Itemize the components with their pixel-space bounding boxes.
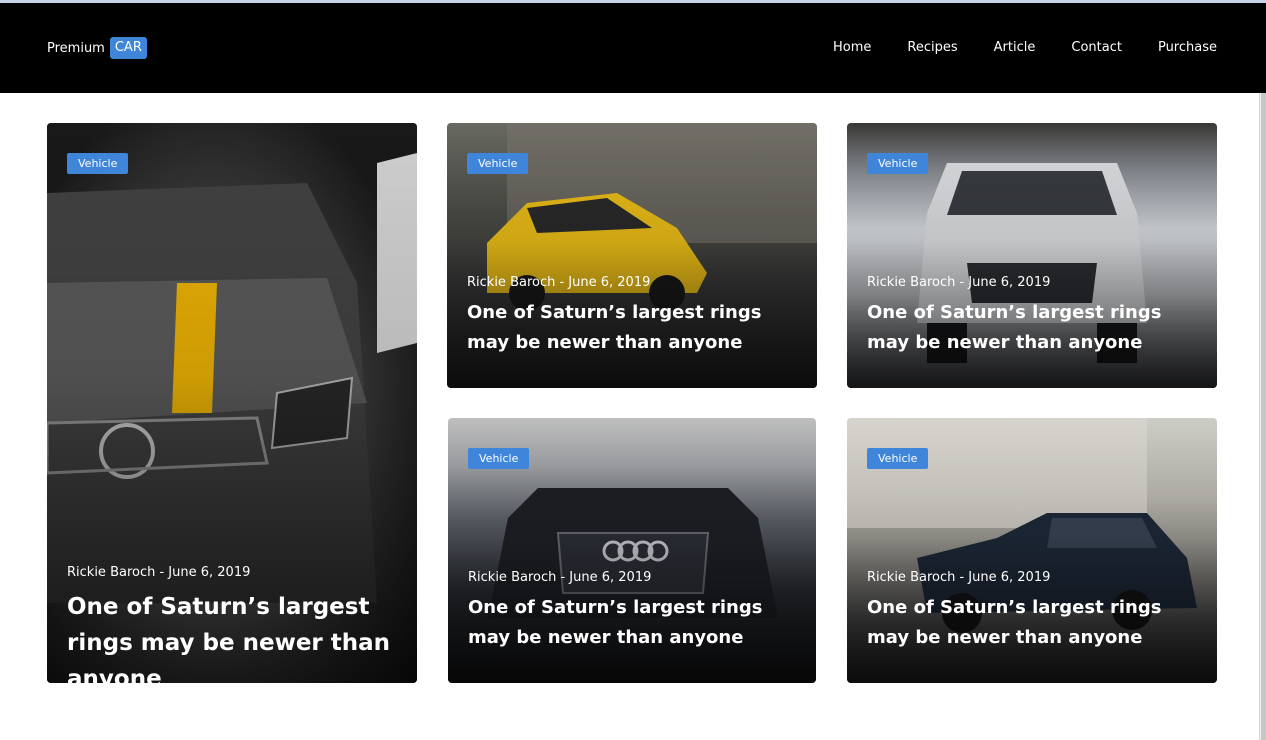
- card-meta: Rickie Baroch - June 6, 2019: [867, 275, 1051, 290]
- brand-badge: CAR: [109, 37, 147, 59]
- card-title[interactable]: One of Saturn’s largest rings may be new…: [468, 593, 792, 653]
- navbar: Premium CAR Home Recipes Article Contact…: [0, 3, 1266, 93]
- brand-text: Premium: [47, 40, 105, 56]
- scrollbar[interactable]: [1259, 93, 1266, 740]
- article-card[interactable]: Vehicle Rickie Baroch - June 6, 2019 One…: [448, 418, 816, 683]
- category-tag[interactable]: Vehicle: [468, 448, 530, 469]
- category-tag[interactable]: Vehicle: [467, 153, 529, 174]
- article-card-featured[interactable]: Vehicle Rickie Baroch - June 6, 2019 One…: [47, 123, 417, 683]
- brand-logo[interactable]: Premium CAR: [47, 37, 147, 59]
- scrollbar-thumb[interactable]: [1261, 93, 1266, 740]
- card-title[interactable]: One of Saturn’s largest rings may be new…: [867, 298, 1193, 358]
- card-meta: Rickie Baroch - June 6, 2019: [467, 275, 651, 290]
- card-title[interactable]: One of Saturn’s largest rings may be new…: [867, 593, 1193, 653]
- nav-article[interactable]: Article: [994, 39, 1036, 57]
- nav-recipes[interactable]: Recipes: [907, 39, 957, 57]
- card-meta: Rickie Baroch - June 6, 2019: [67, 565, 251, 580]
- card-title[interactable]: One of Saturn’s largest rings may be new…: [467, 298, 793, 358]
- card-title[interactable]: One of Saturn’s largest rings may be new…: [67, 589, 393, 683]
- category-tag[interactable]: Vehicle: [867, 448, 929, 469]
- nav-home[interactable]: Home: [833, 39, 871, 57]
- nav-contact[interactable]: Contact: [1071, 39, 1122, 57]
- card-meta: Rickie Baroch - June 6, 2019: [867, 570, 1051, 585]
- article-card[interactable]: Vehicle Rickie Baroch - June 6, 2019 One…: [847, 418, 1217, 683]
- main-nav: Home Recipes Article Contact Purchase: [797, 39, 1217, 57]
- category-tag[interactable]: Vehicle: [867, 153, 929, 174]
- card-meta: Rickie Baroch - June 6, 2019: [468, 570, 652, 585]
- article-card[interactable]: Vehicle Rickie Baroch - June 6, 2019 One…: [847, 123, 1217, 388]
- category-tag[interactable]: Vehicle: [67, 153, 129, 174]
- nav-purchase[interactable]: Purchase: [1158, 39, 1217, 57]
- article-card[interactable]: Vehicle Rickie Baroch - June 6, 2019 One…: [447, 123, 817, 388]
